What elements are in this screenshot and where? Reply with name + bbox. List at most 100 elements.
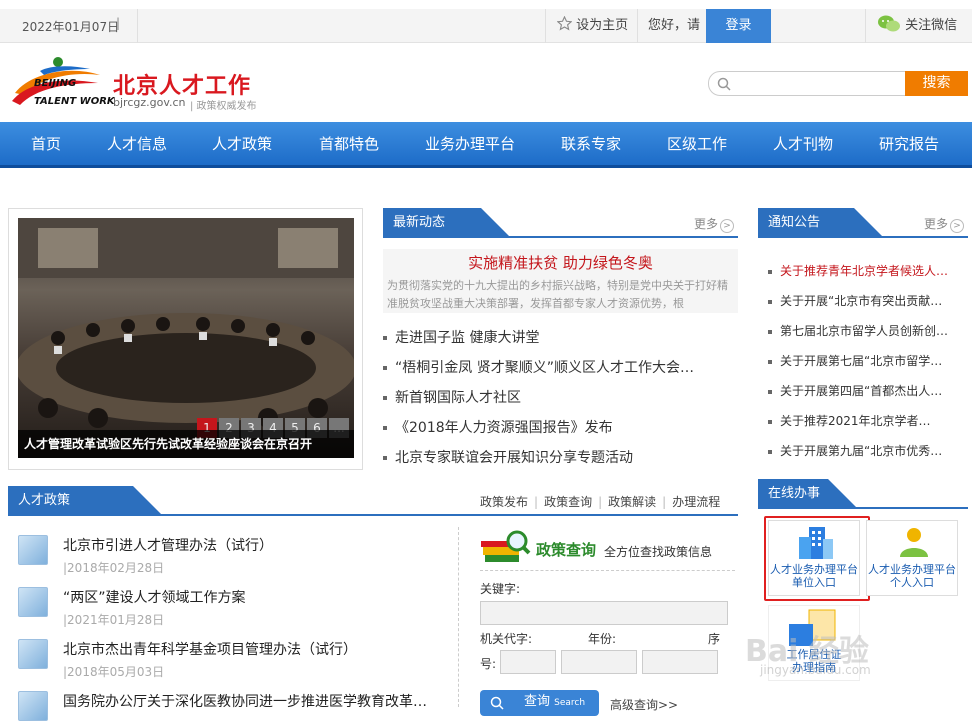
personal-entry-button[interactable]: 人才业务办理平台 个人入口 xyxy=(866,520,958,596)
policy-section-title: 人才政策 xyxy=(8,486,163,516)
set-home-link[interactable]: 设为主页 xyxy=(556,9,629,43)
policy-query-title: 政策查询 xyxy=(536,541,597,559)
chevron-right-icon: > xyxy=(720,219,734,233)
logo-text-en-1: BEIJING xyxy=(34,78,77,89)
news-headline-block[interactable]: 实施精准扶贫 助力绿色冬奥 为贯彻落实党的十九大提出的乡村振兴战略，特别是党中央… xyxy=(383,249,738,313)
policy-link-publish[interactable]: 政策发布 xyxy=(480,495,528,509)
org-code-input[interactable] xyxy=(500,650,556,674)
policy-item-date: |2018年02月28日 xyxy=(63,561,165,575)
notice-list-item[interactable]: 关于推荐2021年北京学者… xyxy=(768,412,954,429)
current-date: 2022年01月07日 xyxy=(22,20,120,34)
divider xyxy=(637,9,638,43)
news-section-header: 最新动态 更多 > xyxy=(383,208,738,238)
highlight-box xyxy=(764,516,870,601)
notice-more-link[interactable]: 更多 > xyxy=(924,215,964,233)
notice-list-item[interactable]: 第七届北京市留学人员创新创… xyxy=(768,322,954,339)
notice-list-item[interactable]: 关于开展第四届“首都杰出人… xyxy=(768,382,954,399)
nav-item-talent-policy[interactable]: 人才政策 xyxy=(212,122,272,167)
policy-query-subtitle: 全方位查找政策信息 xyxy=(604,545,713,559)
news-list-item[interactable]: 新首钢国际人才社区 xyxy=(383,387,738,407)
logo-url: bjrcgz.gov.cn xyxy=(113,96,186,109)
slide-caption[interactable]: 人才管理改革试验区先行先试改革经验座谈会在京召开 xyxy=(18,430,354,458)
org-code-label: 机关代字: xyxy=(480,632,533,646)
star-icon xyxy=(556,15,573,31)
divider xyxy=(458,527,459,707)
nav-item-contact-experts[interactable]: 联系专家 xyxy=(561,122,621,167)
top-bar: 2022年01月07日 | 设为主页 您好，请 登录 关注微信 xyxy=(0,9,972,43)
policy-item-title[interactable]: 北京市引进人才管理办法（试行） xyxy=(63,535,443,555)
document-icon xyxy=(18,535,48,565)
news-list-item[interactable]: 北京专家联谊会开展知识分享专题活动 xyxy=(383,447,738,467)
search-icon xyxy=(490,696,504,710)
nav-item-capital-features[interactable]: 首都特色 xyxy=(319,122,379,167)
policy-link-query[interactable]: 政策查询 xyxy=(544,495,592,509)
year-label: 年份: xyxy=(588,632,617,646)
news-section-title: 最新动态 xyxy=(383,208,511,238)
nav-item-talent-info[interactable]: 人才信息 xyxy=(107,122,167,167)
advanced-query-link[interactable]: 高级查询>> xyxy=(610,696,678,713)
keyword-input[interactable] xyxy=(480,601,728,625)
notice-section-header: 通知公告 更多 > xyxy=(758,208,968,238)
search-button[interactable]: 搜索 xyxy=(905,71,968,96)
news-headline-title[interactable]: 实施精准扶贫 助力绿色冬奥 xyxy=(383,252,738,273)
nav-item-publications[interactable]: 人才刊物 xyxy=(773,122,833,167)
more-label: 更多 xyxy=(923,217,948,231)
notice-list-item[interactable]: 关于开展第九届“北京市优秀… xyxy=(768,442,954,459)
document-icon xyxy=(18,587,48,617)
news-list-item[interactable]: “梧桐引金凤 贤才聚顺义”顺义区人才工作大会… xyxy=(383,357,738,377)
wechat-follow-link[interactable]: 关注微信 xyxy=(877,9,957,43)
policy-link-interpret[interactable]: 政策解读 xyxy=(608,495,656,509)
search-icon xyxy=(717,77,731,91)
news-list-item[interactable]: 走进国子监 健康大讲堂 xyxy=(383,327,738,347)
policy-item-date: |2018年05月03日 xyxy=(63,665,165,679)
seq-number-input[interactable] xyxy=(642,650,718,674)
news-slider: 1 2 3 4 5 6... 人才管理改革试验区先行先试改革经验座谈会在京召开 xyxy=(8,208,363,470)
notice-list-item[interactable]: 关于开展第七届“北京市留学… xyxy=(768,352,954,369)
divider xyxy=(865,9,866,43)
notice-list-item[interactable]: 关于开展“北京市有突出贡献… xyxy=(768,292,954,309)
greeting-text: 您好，请 xyxy=(648,18,701,33)
slide-photo[interactable]: 1 2 3 4 5 6... 人才管理改革试验区先行先试改革经验座谈会在京召开 xyxy=(18,218,354,458)
policy-item-title[interactable]: “两区”建设人才领域工作方案 xyxy=(63,587,443,607)
logo-text-en-2: TALENT WORK xyxy=(34,96,115,107)
policy-item-date: |2021年01月28日 xyxy=(63,613,165,627)
divider xyxy=(480,570,735,571)
news-list-item[interactable]: 《2018年人力资源强国报告》发布 xyxy=(383,417,738,437)
keyword-label: 关键字: xyxy=(480,582,521,596)
wechat-label: 关注微信 xyxy=(905,18,958,33)
news-headline-desc: 为贯彻落实党的十九大提出的乡村振兴战略，特别是党中央关于打好精准脱贫攻坚战重大决… xyxy=(387,279,728,310)
query-button[interactable]: 查询 Search xyxy=(480,690,599,716)
main-nav: 首页 人才信息 人才政策 首都特色 业务办理平台 联系专家 区级工作 人才刊物 … xyxy=(0,122,972,168)
wechat-icon xyxy=(878,15,900,32)
online-section-header: 在线办事 xyxy=(758,479,968,509)
notice-list-item[interactable]: 关于推荐青年北京学者候选人… xyxy=(768,262,954,279)
seq-label: 序 xyxy=(708,632,721,646)
person-icon xyxy=(900,528,928,557)
policy-link-process[interactable]: 办理流程 xyxy=(672,495,720,509)
document-icon xyxy=(18,691,48,721)
policy-item-title[interactable]: 国务院办公厅关于深化医教协同进一步推进医学教育改革… xyxy=(63,691,443,711)
nav-item-district-work[interactable]: 区级工作 xyxy=(667,122,727,167)
notice-section-title: 通知公告 xyxy=(758,208,884,238)
document-icon xyxy=(18,639,48,669)
search-input[interactable] xyxy=(708,71,906,96)
set-home-label: 设为主页 xyxy=(576,18,629,33)
divider xyxy=(545,9,546,43)
more-label: 更多 xyxy=(693,217,718,231)
logo-subtitle: | 政策权威发布 xyxy=(190,101,257,112)
year-input[interactable] xyxy=(561,650,637,674)
service-label-line1: 人才业务办理平台 xyxy=(868,563,956,576)
books-search-icon xyxy=(481,530,531,562)
news-more-link[interactable]: 更多 > xyxy=(694,215,734,233)
policy-item-title[interactable]: 北京市杰出青年科学基金项目管理办法（试行） xyxy=(63,639,443,659)
login-button[interactable]: 登录 xyxy=(706,9,771,43)
date-separator: | xyxy=(116,16,121,30)
policy-sub-links: 政策发布 | 政策查询 | 政策解读 | 办理流程 xyxy=(480,495,721,509)
seq-label-continued: 号: xyxy=(480,657,497,671)
nav-item-business-platform[interactable]: 业务办理平台 xyxy=(425,122,515,167)
chevron-right-icon: > xyxy=(950,219,964,233)
service-label-line2: 个人入口 xyxy=(890,576,934,589)
nav-item-research-reports[interactable]: 研究报告 xyxy=(879,122,939,167)
baidu-watermark-url: jingyan.baidu.com xyxy=(760,663,871,677)
nav-item-home[interactable]: 首页 xyxy=(31,122,61,167)
